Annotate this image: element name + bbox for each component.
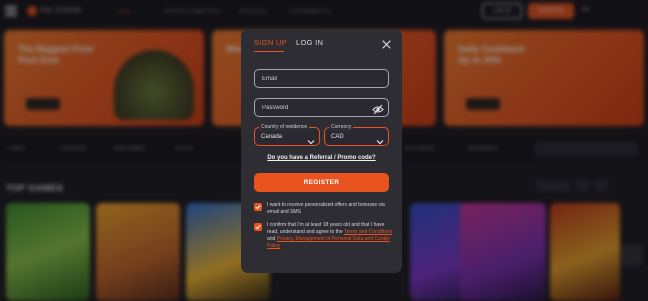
country-label: Country of residence: [259, 123, 310, 131]
password-input[interactable]: [262, 99, 372, 116]
chevron-down-icon: [307, 133, 315, 145]
terms-checkbox[interactable]: [254, 223, 262, 231]
offers-checkbox[interactable]: [254, 203, 262, 211]
close-icon[interactable]: [381, 37, 392, 49]
offers-consent-text: I want to receive personalized offers an…: [267, 202, 385, 215]
currency-select[interactable]: Currency CAD: [324, 123, 389, 146]
register-button[interactable]: REGISTER: [254, 173, 389, 192]
email-field[interactable]: [254, 69, 389, 88]
country-value: Canada: [261, 134, 283, 140]
chevron-down-icon: [376, 133, 384, 145]
eye-slash-icon[interactable]: [372, 102, 384, 115]
privacy-link[interactable]: Privacy, Management of Personal Data and…: [267, 236, 390, 249]
promo-code-link[interactable]: Do you have a Referral / Promo code?: [241, 155, 402, 161]
signup-modal: SIGN UP LOG IN Country of residence Cana…: [241, 29, 402, 273]
password-field[interactable]: [254, 98, 389, 117]
country-select[interactable]: Country of residence Canada: [254, 123, 320, 146]
currency-label: Currency: [329, 123, 354, 131]
terms-and: and: [267, 236, 276, 242]
active-tab-indicator: [254, 51, 284, 52]
tab-signup[interactable]: SIGN UP: [254, 38, 287, 47]
terms-link[interactable]: Terms and Conditions: [344, 229, 392, 235]
tab-login[interactable]: LOG IN: [296, 38, 323, 47]
currency-value: CAD: [331, 134, 344, 140]
terms-consent-text: I confirm that I'm at least 18 years old…: [267, 222, 393, 250]
screen: SOL CASINO LIVE PROMOTIONS SPORTS BONUSE…: [0, 0, 648, 301]
email-input[interactable]: [262, 70, 372, 87]
